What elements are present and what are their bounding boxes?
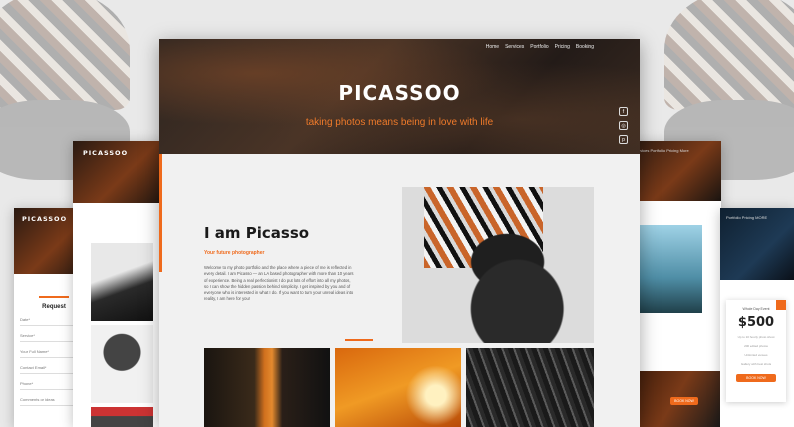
price-feature: Up to 10 hourly photo shoot [737, 335, 775, 339]
portrait-photo [402, 187, 594, 343]
pinterest-icon[interactable]: p [619, 135, 628, 144]
book-now-button[interactable]: BOOK NOW [736, 374, 776, 382]
preview-card-pricing: Portfolio Pricing MORE Whole Day Event $… [720, 208, 794, 427]
nav-item-services[interactable]: Services [505, 44, 524, 50]
hero-title: PICASSOO [338, 81, 461, 105]
portfolio-thumb[interactable] [91, 243, 153, 321]
gallery-photo[interactable] [335, 348, 461, 427]
mini-hero: Services Portfolio Pricing More [628, 141, 721, 201]
mini-nav[interactable]: Services Portfolio Pricing More [634, 148, 715, 153]
gallery-photo[interactable] [204, 348, 330, 427]
price-value: $500 [737, 315, 775, 330]
about-body: Welcome to my photo portfolio and the pl… [204, 265, 354, 302]
price-card: Whole Day Event $500 Up to 10 hourly pho… [726, 300, 786, 402]
preview-card-portfolio: PICASSOO [73, 141, 168, 427]
price-label: Whole Day Event [742, 307, 770, 311]
accent-bar [159, 154, 162, 272]
mini-logo: PICASSOO [83, 149, 129, 157]
portfolio-thumb[interactable] [91, 325, 153, 403]
mini-hero: PICASSOO [73, 141, 168, 203]
hero-section: Home Services Portfolio Pricing Booking … [159, 39, 640, 154]
facebook-icon[interactable]: f [619, 107, 628, 116]
gallery-photo[interactable] [638, 225, 702, 313]
main-preview-card: Home Services Portfolio Pricing Booking … [159, 39, 640, 427]
preview-card-gallery: Services Portfolio Pricing More BOOK NOW [628, 141, 721, 427]
orange-rule [39, 296, 69, 298]
hero-tagline: taking photos means being in love with l… [305, 117, 494, 128]
section-divider [345, 339, 373, 341]
mini-nav[interactable]: Portfolio Pricing MORE [726, 215, 788, 220]
book-now-button[interactable]: BOOK NOW [670, 397, 698, 405]
price-tag [776, 300, 786, 310]
gallery-photo[interactable] [466, 348, 594, 427]
instagram-icon[interactable]: ◎ [619, 121, 628, 130]
price-feature: Gallery with best shots [740, 362, 772, 366]
portfolio-thumb[interactable] [91, 407, 153, 427]
price-feature: 200 edited photos [744, 344, 768, 348]
about-subtitle: Your future photographer [204, 250, 265, 256]
mini-hero: Portfolio Pricing MORE [720, 208, 794, 280]
nav-item-booking[interactable]: Booking [576, 44, 594, 50]
main-nav: Home Services Portfolio Pricing Booking [486, 44, 594, 50]
nav-item-pricing[interactable]: Pricing [555, 44, 570, 50]
about-title: I am Picasso [204, 224, 310, 242]
nav-item-portfolio[interactable]: Portfolio [530, 44, 548, 50]
price-feature: Unlimited venues [744, 353, 768, 357]
nav-item-home[interactable]: Home [486, 44, 499, 50]
